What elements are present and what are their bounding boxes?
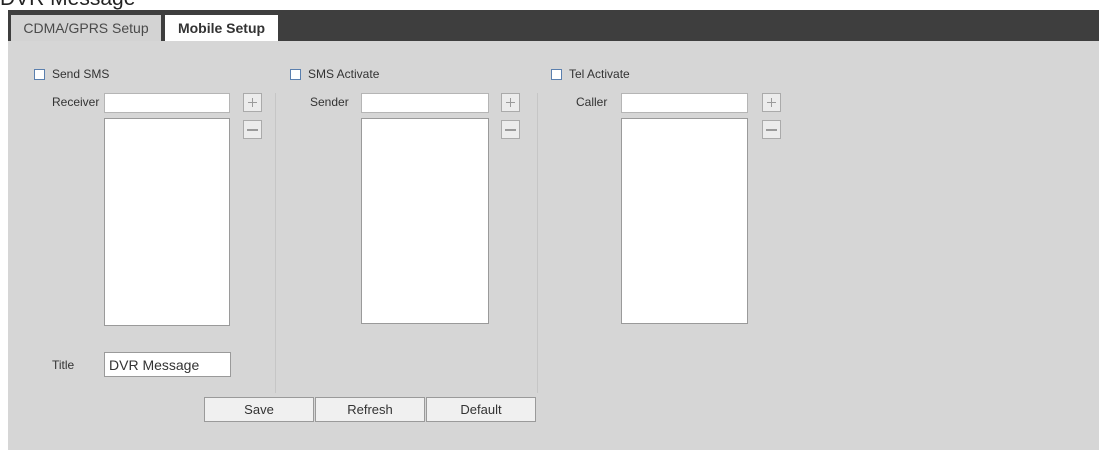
title-label: Title [52,358,75,372]
sms-activate-toggle: SMS Activate [290,67,379,81]
default-button[interactable]: Default [426,397,536,422]
sms-activate-checkbox[interactable] [290,68,301,80]
sender-label: Sender [310,95,349,109]
minus-icon [247,129,258,131]
title-input[interactable] [104,352,231,377]
remove-receiver-button[interactable] [243,120,262,139]
section-divider [275,93,276,393]
send-sms-label: Send SMS [52,67,110,81]
tel-activate-toggle: Tel Activate [551,67,630,81]
remove-sender-button[interactable] [501,120,520,139]
section-divider [537,93,538,393]
receiver-input[interactable] [104,93,230,113]
sender-input[interactable] [361,93,489,113]
add-sender-button[interactable] [501,93,520,112]
plus-icon-stem [510,98,511,107]
caller-input[interactable] [621,93,748,113]
send-sms-section: Send SMS Receiver Title [34,65,294,385]
refresh-button[interactable]: Refresh [315,397,425,422]
sms-activate-label: SMS Activate [308,67,380,81]
save-button[interactable]: Save [204,397,314,422]
plus-icon-stem [252,98,253,107]
tab-cdma-gprs-setup[interactable]: CDMA/GPRS Setup [11,15,161,41]
sms-activate-section: SMS Activate Sender [290,65,550,385]
add-receiver-button[interactable] [243,93,262,112]
add-caller-button[interactable] [762,93,781,112]
caller-label: Caller [576,95,608,109]
tel-activate-checkbox[interactable] [551,68,562,80]
receiver-label: Receiver [52,95,100,109]
tab-bar: CDMA/GPRS Setup Mobile Setup [8,10,1099,41]
minus-icon [766,129,777,131]
receiver-list[interactable] [104,118,230,326]
send-sms-checkbox[interactable] [34,68,45,80]
sender-list[interactable] [361,118,489,324]
plus-icon-stem [771,98,772,107]
cropped-caption: DVR Message [0,0,135,10]
tab-mobile-setup[interactable]: Mobile Setup [165,15,278,41]
send-sms-toggle: Send SMS [34,67,109,81]
tel-activate-label: Tel Activate [569,67,630,81]
caller-list[interactable] [621,118,748,324]
remove-caller-button[interactable] [762,120,781,139]
mobile-setup-panel: Send SMS Receiver Title SMS Activate Sen… [8,41,1099,450]
tel-activate-section: Tel Activate Caller [551,65,811,385]
minus-icon [505,129,516,131]
